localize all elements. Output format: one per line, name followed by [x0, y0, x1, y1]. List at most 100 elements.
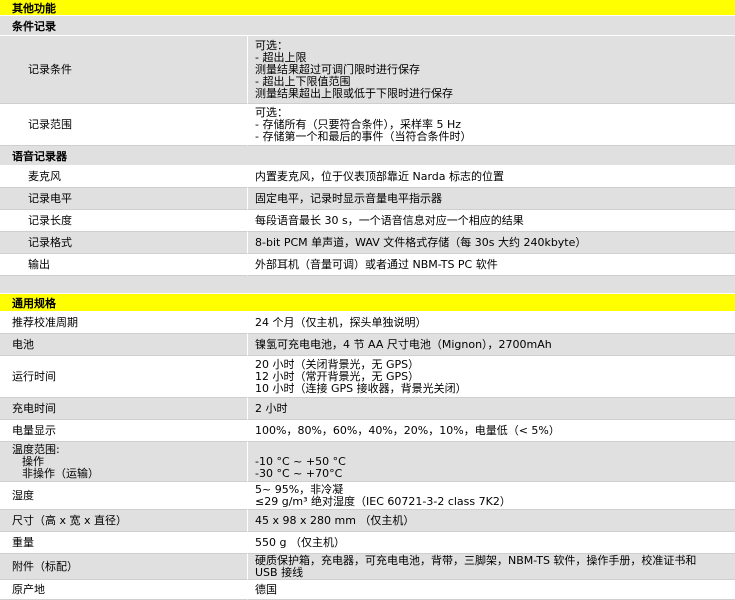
spec-value: 镍氢可充电电池，4 节 AA 尺寸电池（Mignon），2700mAh: [248, 334, 735, 356]
spec-label: 记录电平: [0, 188, 248, 210]
spec-value: 5~ 95%，非冷凝 ≤29 g/m³ 绝对湿度（IEC 60721-3-2 cl…: [248, 482, 735, 510]
spec-label-text: 记录电平: [28, 191, 72, 205]
section-header-general: 通用规格: [0, 294, 735, 312]
subsection-header-voice: 语音记录器: [0, 146, 735, 166]
spec-value-line: - 超出上下限值范围: [255, 74, 351, 88]
spec-label-text: 记录范围: [28, 117, 72, 131]
spec-row: 麦克风 内置麦克风，位于仪表顶部靠近 Narda 标志的位置: [0, 166, 735, 188]
spec-value-line: 镍氢可充电电池，4 节 AA 尺寸电池（Mignon），2700mAh: [255, 337, 552, 351]
spec-label-text: 附件（标配）: [12, 559, 78, 573]
spec-label-text: 原产地: [12, 582, 45, 596]
spec-value-line: 100%，80%，60%，40%，20%，10%，电量低（< 5%）: [255, 423, 560, 437]
spec-value: 内置麦克风，位于仪表顶部靠近 Narda 标志的位置: [248, 166, 735, 188]
spec-value-line: 24 个月（仅主机，探头单独说明）: [255, 315, 427, 329]
spec-row: 推荐校准周期 24 个月（仅主机，探头单独说明）: [0, 312, 735, 334]
spec-value-line: 测量结果超出上限或低于下限时进行保存: [255, 86, 453, 100]
spec-row: 附件（标配） 硬质保护箱，充电器，可充电电池，背带，三脚架，NBM-TS 软件，操…: [0, 554, 735, 580]
spec-value: 固定电平，记录时显示音量电平指示器: [248, 188, 735, 210]
spec-value-line: 内置麦克风，位于仪表顶部靠近 Narda 标志的位置: [255, 169, 505, 183]
spec-label: 原产地: [0, 580, 248, 600]
spec-row: 尺寸（高 x 宽 x 直径） 45 x 98 x 280 mm （仅主机）: [0, 510, 735, 532]
spec-value-line: -30 °C ~ +70°C: [255, 466, 343, 480]
subsection-title: 条件记录: [12, 19, 56, 33]
spec-value-line: 20 小时（关闭背景光，无 GPS）: [255, 357, 420, 371]
spec-label: 记录条件: [0, 36, 248, 104]
spec-row: 电量显示 100%，80%，60%，40%，20%，10%，电量低（< 5%）: [0, 420, 735, 442]
spec-value-line: 5~ 95%，非冷凝: [255, 482, 344, 496]
spec-value-line: 12 小时（常开背景光，无 GPS）: [255, 369, 420, 383]
spec-row: 记录范围 可选： - 存储所有（只要符合条件），采样率 5 Hz - 存储第一个和最后…: [0, 104, 735, 146]
spec-value-line: 可选：: [255, 105, 288, 119]
spec-value-line: USB 接线: [255, 565, 304, 579]
spec-row: 记录条件 可选： - 超出上限 测量结果超过可调门限时进行保存 - 超出上下限值范围 测量…: [0, 36, 735, 104]
spec-label: 记录长度: [0, 210, 248, 232]
spec-label: 附件（标配）: [0, 554, 248, 580]
spec-value-line: - 超出上限: [255, 50, 307, 64]
spec-label-text: 记录格式: [28, 235, 72, 249]
spec-label-text: 尺寸（高 x 宽 x 直径）: [12, 513, 128, 527]
spec-label: 温度范围: 操作 非操作（运输）: [0, 442, 248, 482]
spec-value: 硬质保护箱，充电器，可充电电池，背带，三脚架，NBM-TS 软件，操作手册，校准…: [248, 554, 735, 580]
spec-value-line: 德国: [255, 582, 277, 596]
subsection-title: 语音记录器: [12, 149, 67, 163]
spec-value: 8-bit PCM 单声道，WAV 文件格式存储（每 30s 大约 240kby…: [248, 232, 735, 254]
spec-row: 原产地 德国: [0, 580, 735, 600]
spec-label-text: 记录条件: [28, 62, 72, 76]
spec-value-line: 外部耳机（音量可调）或者通过 NBM-TS PC 软件: [255, 257, 498, 271]
spec-label: 湿度: [0, 482, 248, 510]
spec-value: 24 个月（仅主机，探头单独说明）: [248, 312, 735, 334]
spec-label-text: 电池: [12, 337, 34, 351]
spec-value-line: [255, 444, 735, 456]
spec-sublabel: 操作: [22, 454, 44, 468]
spec-value: 20 小时（关闭背景光，无 GPS） 12 小时（常开背景光，无 GPS） 10 小…: [248, 356, 735, 398]
spec-label: 电量显示: [0, 420, 248, 442]
spec-value: 可选： - 存储所有（只要符合条件），采样率 5 Hz - 存储第一个和最后的事件（…: [248, 104, 735, 146]
spec-label-text: 重量: [12, 535, 34, 549]
spec-value: 2 小时: [248, 398, 735, 420]
spec-value: 可选： - 超出上限 测量结果超过可调门限时进行保存 - 超出上下限值范围 测量结果超出…: [248, 36, 735, 104]
spec-row: 重量 550 g （仅主机）: [0, 532, 735, 554]
section-title: 通用规格: [12, 296, 56, 310]
spec-label-text: 推荐校准周期: [12, 315, 78, 329]
spec-value: 100%，80%，60%，40%，20%，10%，电量低（< 5%）: [248, 420, 735, 442]
spec-value: 德国: [248, 580, 735, 600]
spec-row: 充电时间 2 小时: [0, 398, 735, 420]
spec-value-line: 550 g （仅主机）: [255, 535, 345, 549]
spec-label: 记录范围: [0, 104, 248, 146]
spec-value-line: 每段语音最长 30 s，一个语音信息对应一个相应的结果: [255, 213, 524, 227]
spec-row: 温度范围: 操作 非操作（运输） -10 °C ~ +50 °C -30 °C ~ +…: [0, 442, 735, 482]
spec-value: 550 g （仅主机）: [248, 532, 735, 554]
spec-row: 记录格式 8-bit PCM 单声道，WAV 文件格式存储（每 30s 大约 24…: [0, 232, 735, 254]
spec-sublabel: 非操作（运输）: [22, 466, 99, 480]
spec-label: 重量: [0, 532, 248, 554]
spec-row: 记录长度 每段语音最长 30 s，一个语音信息对应一个相应的结果: [0, 210, 735, 232]
section-header-other: 其他功能: [0, 0, 735, 16]
spec-label: 麦克风: [0, 166, 248, 188]
spec-row: 电池 镍氢可充电电池，4 节 AA 尺寸电池（Mignon），2700mAh: [0, 334, 735, 356]
spec-label-text: 输出: [28, 257, 50, 271]
spec-value: 外部耳机（音量可调）或者通过 NBM-TS PC 软件: [248, 254, 735, 276]
spec-label: 尺寸（高 x 宽 x 直径）: [0, 510, 248, 532]
spec-value-line: 2 小时: [255, 401, 288, 415]
spec-value-line: 10 小时（连接 GPS 接收器，背景光关闭）: [255, 381, 467, 395]
spec-row: 湿度 5~ 95%，非冷凝 ≤29 g/m³ 绝对湿度（IEC 60721-3-2 …: [0, 482, 735, 510]
spec-value-line: 固定电平，记录时显示音量电平指示器: [255, 191, 442, 205]
spec-value-line: - 存储所有（只要符合条件），采样率 5 Hz: [255, 117, 462, 131]
spec-label-text: 充电时间: [12, 401, 56, 415]
spec-value-line: 硬质保护箱，充电器，可充电电池，背带，三脚架，NBM-TS 软件，操作手册，校准…: [255, 553, 697, 567]
spacer-row: [0, 276, 735, 294]
spec-label-text: 电量显示: [12, 423, 56, 437]
spec-label-text: 麦克风: [28, 169, 61, 183]
spec-value-line: -10 °C ~ +50 °C: [255, 454, 346, 468]
spec-label-text: 记录长度: [28, 213, 72, 227]
subsection-header-condition: 条件记录: [0, 16, 735, 36]
spec-sheet: 其他功能 条件记录 记录条件 可选： - 超出上限 测量结果超过可调门限时进行保存 - …: [0, 0, 735, 600]
spec-label: 充电时间: [0, 398, 248, 420]
spec-row: 记录电平 固定电平，记录时显示音量电平指示器: [0, 188, 735, 210]
spec-label: 电池: [0, 334, 248, 356]
spec-value-line: ≤29 g/m³ 绝对湿度（IEC 60721-3-2 class 7K2）: [255, 494, 511, 508]
spec-value: -10 °C ~ +50 °C -30 °C ~ +70°C: [248, 442, 735, 482]
spec-value-line: 45 x 98 x 280 mm （仅主机）: [255, 513, 415, 527]
spec-value: 每段语音最长 30 s，一个语音信息对应一个相应的结果: [248, 210, 735, 232]
spec-row: 运行时间 20 小时（关闭背景光，无 GPS） 12 小时（常开背景光，无 GPS）…: [0, 356, 735, 398]
